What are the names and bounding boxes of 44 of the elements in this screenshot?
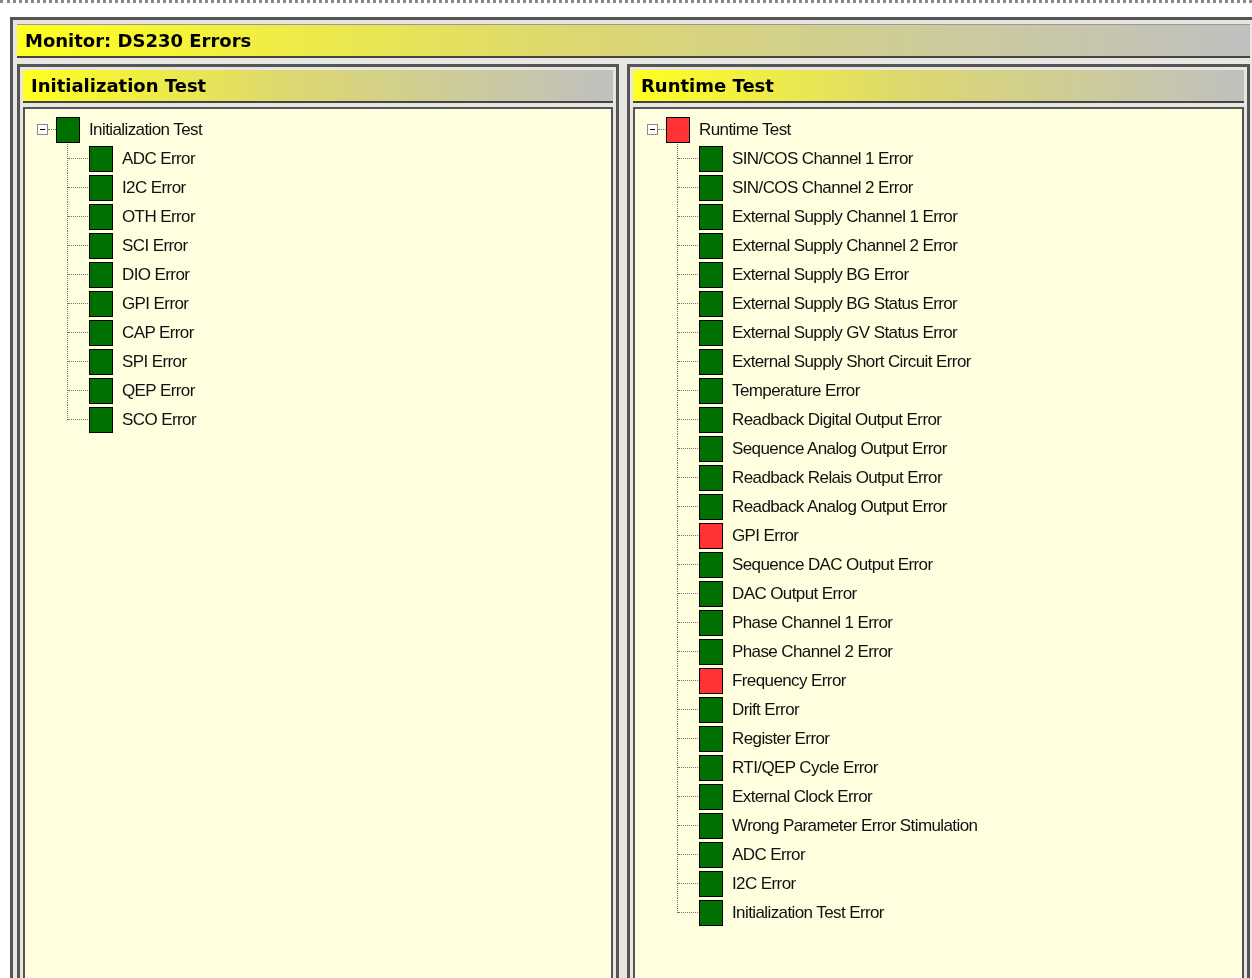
tree-item[interactable]: Readback Analog Output Error (732, 496, 947, 517)
tree-item[interactable]: CAP Error (122, 322, 194, 343)
tree-item[interactable]: GPI Error (732, 525, 799, 546)
tree-item[interactable]: ADC Error (122, 148, 195, 169)
tree-item[interactable]: Register Error (732, 728, 830, 749)
tree-item[interactable]: SIN/COS Channel 1 Error (732, 148, 913, 169)
tree-item[interactable]: Runtime Test (699, 119, 791, 140)
tree-item[interactable]: Wrong Parameter Error Stimulation (732, 815, 978, 836)
tree-item[interactable]: External Supply BG Error (732, 264, 909, 285)
collapse-icon[interactable] (647, 124, 658, 135)
tree-item[interactable]: External Supply BG Status Error (732, 293, 958, 314)
tree-item[interactable]: Initialization Test Error (732, 902, 884, 923)
tree-item[interactable]: I2C Error (122, 177, 186, 198)
tree-item[interactable]: DIO Error (122, 264, 190, 285)
window-title: Monitor: DS230 Errors (17, 24, 1250, 58)
tree-item[interactable]: ADC Error (732, 844, 805, 865)
tree-item[interactable]: External Supply Channel 1 Error (732, 206, 958, 227)
tree-item[interactable]: Temperature Error (732, 380, 860, 401)
panel-title: Initialization Test (23, 70, 613, 103)
collapse-icon[interactable] (37, 124, 48, 135)
tree-item[interactable]: External Clock Error (732, 786, 873, 807)
tree-item[interactable]: External Supply GV Status Error (732, 322, 958, 343)
tree-item[interactable]: Frequency Error (732, 670, 846, 691)
tree-item[interactable]: Phase Channel 2 Error (732, 641, 893, 662)
tree-item[interactable]: Initialization Test (89, 119, 203, 140)
tree-item[interactable]: Sequence DAC Output Error (732, 554, 933, 575)
tree-item[interactable]: OTH Error (122, 206, 195, 227)
tree-item[interactable]: RTI/QEP Cycle Error (732, 757, 878, 778)
tree-item[interactable]: I2C Error (732, 873, 796, 894)
tree-item[interactable]: Drift Error (732, 699, 800, 720)
tree-item[interactable]: GPI Error (122, 293, 189, 314)
tree-item[interactable]: Sequence Analog Output Error (732, 438, 947, 459)
tree-item[interactable]: External Supply Short Circuit Error (732, 351, 971, 372)
tree-item[interactable]: DAC Output Error (732, 583, 857, 604)
tree-item[interactable]: SIN/COS Channel 2 Error (732, 177, 913, 198)
tree-item[interactable]: SCI Error (122, 235, 188, 256)
tree-item[interactable]: QEP Error (122, 380, 195, 401)
tree-item[interactable]: Readback Digital Output Error (732, 409, 942, 430)
tree-item[interactable]: SPI Error (122, 351, 187, 372)
tree-item[interactable]: SCO Error (122, 409, 196, 430)
tree-item[interactable]: Readback Relais Output Error (732, 467, 942, 488)
panel-title: Runtime Test (633, 70, 1244, 103)
tree-item[interactable]: External Supply Channel 2 Error (732, 235, 958, 256)
tree-item[interactable]: Phase Channel 1 Error (732, 612, 893, 633)
